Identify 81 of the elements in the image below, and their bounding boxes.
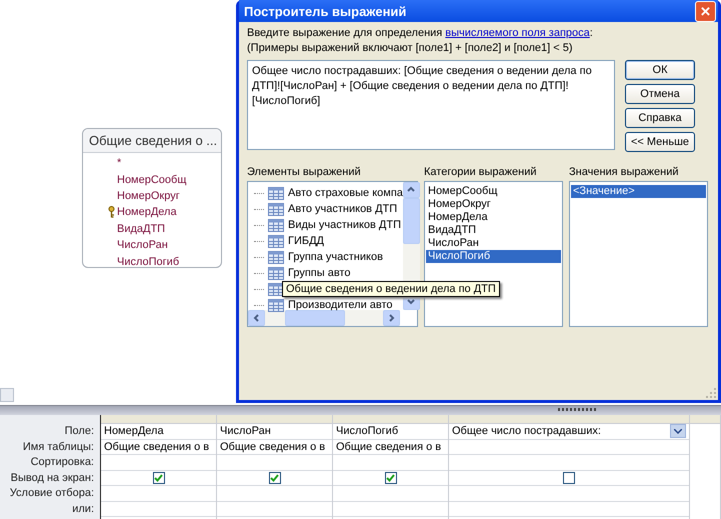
column-selector[interactable]: [217, 415, 332, 424]
field-text: Общее число пострадавших:: [452, 424, 601, 438]
arrow-left-icon: [252, 313, 262, 323]
tree-item[interactable]: Производители авто: [288, 299, 393, 311]
scroll-left-button[interactable]: [248, 310, 265, 326]
expression-field[interactable]: Общее число пострадавших: [Общие сведения о ведении дела по ДТП]![ЧислоРан] + [Общие сведения о ведении дела по ДТП]![ЧислоПогиб]: [247, 60, 615, 150]
table-icon: [268, 234, 284, 248]
scrollbar-thumb[interactable]: [0, 388, 14, 402]
list-item[interactable]: ЧислоПогиб: [426, 250, 561, 263]
field-name[interactable]: ВидаДТП: [117, 222, 166, 235]
tree-item[interactable]: Виды участников ДТП: [288, 219, 401, 231]
tree-item[interactable]: Группы авто: [288, 267, 350, 279]
field-cell[interactable]: ЧислоРан: [217, 424, 332, 440]
window-title: Построитель выражений: [244, 4, 406, 18]
tree-item[interactable]: ГИБДД: [288, 235, 324, 247]
show-checkbox[interactable]: [563, 472, 575, 484]
tooltip: Общие сведения о ведении дела по ДТП: [282, 281, 500, 297]
column-selector[interactable]: [101, 415, 216, 424]
dialog-button[interactable]: Отмена: [625, 84, 695, 104]
field-name[interactable]: НомерОкруг: [117, 190, 180, 202]
tree-item[interactable]: Авто страховые компа: [288, 187, 403, 199]
caret-icon: [674, 428, 682, 434]
table-title: Общие сведения о ...: [83, 129, 221, 153]
field-cell[interactable]: ЧислоПогиб: [333, 424, 448, 440]
field-name[interactable]: НомерДела: [117, 206, 177, 218]
list-item[interactable]: НомерОкруг: [426, 198, 561, 211]
field-text: НомерДела: [104, 424, 164, 438]
list-item[interactable]: НомерДела: [426, 211, 561, 224]
arrow-down-icon: [406, 297, 416, 307]
show-checkbox[interactable]: [268, 472, 280, 484]
table-icon: [268, 298, 284, 312]
check-icon: [386, 474, 395, 482]
field-cell[interactable]: Общее число пострадавших:: [449, 424, 689, 440]
field-link[interactable]: вычисляемого поля запроса: [445, 27, 590, 39]
dropdown-button[interactable]: [670, 424, 686, 438]
table-icon: [268, 282, 284, 296]
row-label: Сортировка:: [30, 455, 95, 470]
field-name[interactable]: *: [117, 157, 122, 170]
list-label: Значения выражений: [569, 166, 680, 179]
scroll-up-button[interactable]: [402, 182, 420, 198]
example-text: (Примеры выражений включают [поле1] + [поле2] и [поле1] < 5): [247, 41, 574, 56]
list-item[interactable]: ЧислоРан: [426, 237, 561, 250]
splitter-bar[interactable]: [0, 405, 721, 415]
list-label: Элементы выражений: [247, 166, 362, 179]
arrow-right-icon: [386, 313, 396, 323]
row-label: Вывод на экран:: [10, 470, 95, 486]
tree-item[interactable]: Группа участников: [288, 251, 383, 263]
list-label: Категории выражений: [424, 166, 538, 179]
table-icon: [268, 186, 284, 200]
table-icon: [268, 202, 284, 216]
field-name[interactable]: ЧислоРан: [117, 239, 168, 252]
field-name[interactable]: НомерСообщ: [117, 174, 186, 186]
list-item[interactable]: <Значение>: [571, 185, 706, 198]
prompt-text: Введите выражение для определения вычисляемого поля запроса:: [247, 26, 594, 41]
show-checkbox[interactable]: [384, 472, 396, 484]
dialog-button[interactable]: << Меньше: [625, 132, 695, 152]
field-name[interactable]: ЧислоПогиб: [117, 256, 180, 267]
show-checkbox[interactable]: [152, 472, 164, 484]
row-label: Поле:: [64, 424, 95, 439]
table-icon: [268, 218, 284, 232]
check-icon: [154, 474, 163, 482]
row-label: Условие отбора:: [8, 486, 95, 501]
column-selector[interactable]: [333, 415, 448, 424]
field-text: ЧислоПогиб: [336, 424, 398, 438]
list-item[interactable]: НомерСообщ: [426, 185, 561, 198]
scroll-thumb[interactable]: [285, 310, 345, 326]
tree-item[interactable]: Авто участников ДТП: [288, 203, 398, 215]
field-text: ЧислоРан: [220, 424, 271, 438]
dialog-button[interactable]: ОК: [625, 60, 695, 80]
field-cell[interactable]: НомерДела: [101, 424, 216, 440]
row-label: Имя таблицы:: [22, 440, 95, 454]
row-label: или:: [71, 502, 95, 516]
table-icon: [268, 250, 284, 264]
list-item[interactable]: ВидаДТП: [426, 224, 561, 237]
dialog-button[interactable]: Справка: [625, 108, 695, 128]
resize-grip-icon[interactable]: [706, 388, 716, 398]
close-button[interactable]: ×: [695, 0, 716, 22]
scroll-right-button[interactable]: [383, 310, 400, 326]
check-icon: [270, 474, 279, 482]
scroll-thumb[interactable]: [402, 198, 420, 244]
table-icon: [268, 266, 284, 280]
